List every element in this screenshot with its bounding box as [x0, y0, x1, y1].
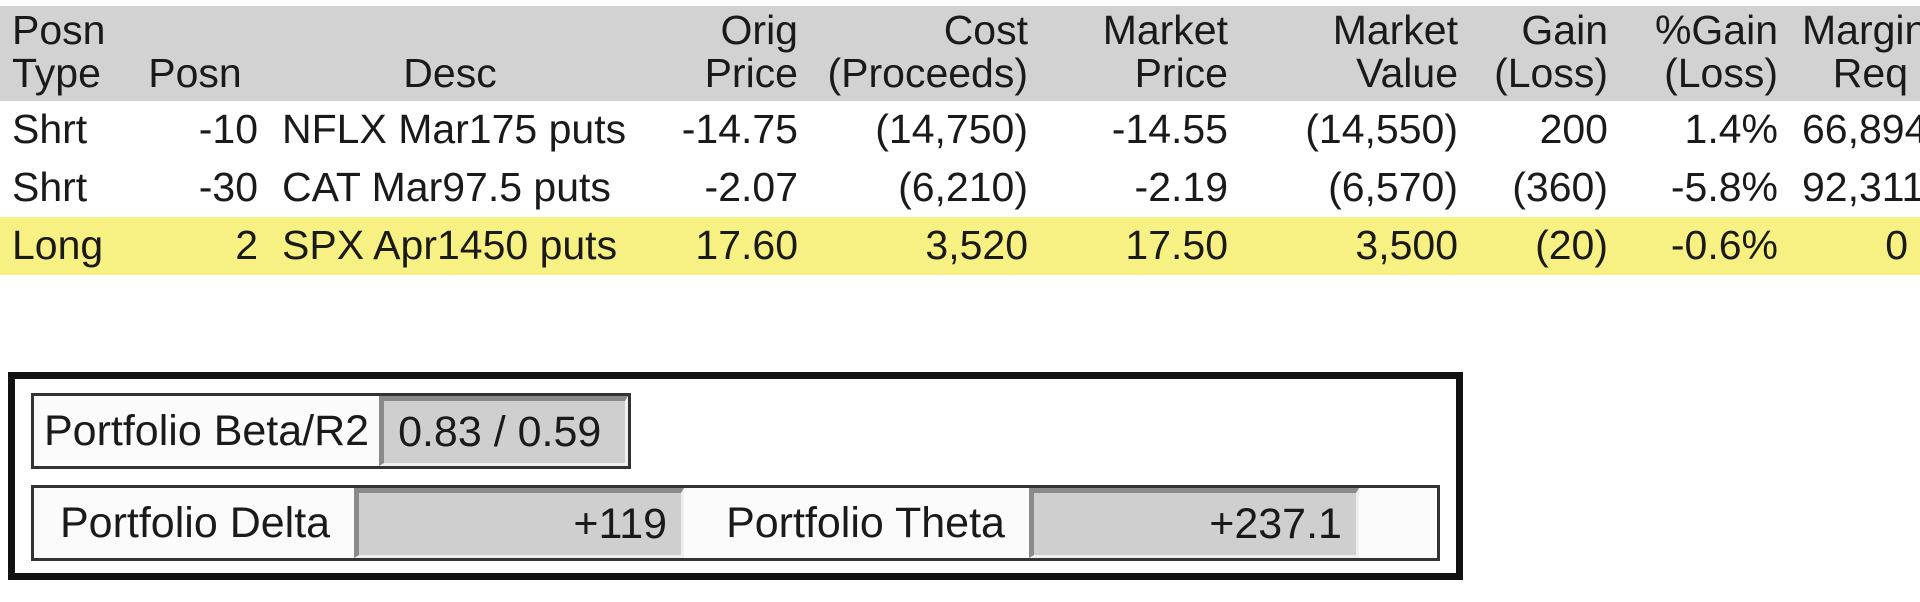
- portfolio-summary-panel: Portfolio Beta/R2 0.83 / 0.59 Portfolio …: [8, 372, 1463, 580]
- header-line-2: Req: [1832, 50, 1908, 96]
- header-line-2: (Loss): [1664, 50, 1778, 96]
- cell-posn: -10: [198, 106, 258, 152]
- table-body: Shrt -10 NFLX Mar175 puts -14.75 (14,750) -14…: [0, 101, 1920, 275]
- header-line-2: Price: [704, 50, 798, 96]
- column-header-pct-gain[interactable]: %Gain (Loss): [1620, 6, 1790, 101]
- header-line-2: Value: [1356, 50, 1458, 96]
- portfolio-delta-label: Portfolio Delta: [60, 498, 331, 547]
- header-line-2: Desc: [403, 50, 497, 96]
- portfolio-delta-value[interactable]: +119: [354, 488, 685, 558]
- cell-cost: (6,210): [898, 164, 1028, 210]
- column-header-market-value[interactable]: Market Value: [1240, 6, 1470, 101]
- table-header: Posn Type Posn Desc Orig Price Cost (Procee…: [0, 6, 1920, 101]
- cell-desc: SPX Apr1450 puts: [282, 222, 618, 268]
- portfolio-beta-r2-label: Portfolio Beta/R2: [44, 406, 370, 455]
- header-row: Posn Type Posn Desc Orig Price Cost (Procee…: [0, 6, 1920, 101]
- header-line-2: Posn: [148, 50, 242, 96]
- header-line-1: Margin: [1802, 7, 1920, 53]
- header-line-1: Gain: [1521, 7, 1608, 53]
- positions-table: Posn Type Posn Desc Orig Price Cost (Procee…: [0, 6, 1920, 275]
- table-row[interactable]: Shrt -10 NFLX Mar175 puts -14.75 (14,750) -14…: [0, 101, 1920, 159]
- column-header-margin-req[interactable]: Margin Req: [1790, 6, 1920, 101]
- cell-margin_req: 0: [1885, 222, 1908, 268]
- cell-pct_gain: 1.4%: [1684, 106, 1778, 152]
- cell-mkt_value: (6,570): [1328, 164, 1458, 210]
- table-row[interactable]: Shrt -30 CAT Mar97.5 puts -2.07 (6,210) -2.19…: [0, 159, 1920, 217]
- portfolio-theta-label: Portfolio Theta: [726, 498, 1005, 547]
- column-header-posn[interactable]: Posn: [120, 6, 270, 101]
- column-header-market-price[interactable]: Market Price: [1040, 6, 1240, 101]
- column-header-cost[interactable]: Cost (Proceeds): [810, 6, 1040, 101]
- portfolio-theta-value[interactable]: +237.1: [1028, 488, 1359, 558]
- header-line-1: Market: [1332, 7, 1458, 53]
- cell-cost: (14,750): [875, 106, 1028, 152]
- cell-orig_price: 17.60: [695, 222, 798, 268]
- cell-posn: 2: [235, 222, 258, 268]
- cell-gain: (360): [1512, 164, 1608, 210]
- header-line-2: Price: [1134, 50, 1228, 96]
- cell-margin_req: 92,311: [1802, 164, 1920, 210]
- greeks-spacer: [684, 488, 700, 558]
- header-line-1: Market: [1102, 7, 1228, 53]
- cell-posn_type: Shrt: [12, 164, 88, 210]
- cell-mkt_value: 3,500: [1355, 222, 1458, 268]
- cell-pct_gain: -0.6%: [1670, 222, 1778, 268]
- cell-pct_gain: -5.8%: [1670, 164, 1778, 210]
- cell-desc: CAT Mar97.5 puts: [282, 164, 611, 210]
- cell-gain: 200: [1539, 106, 1608, 152]
- cell-posn_type: Long: [12, 222, 104, 268]
- header-line-1: Posn: [12, 7, 106, 53]
- cell-margin_req: 66,894: [1802, 106, 1920, 152]
- cell-mkt_value: (14,550): [1305, 106, 1458, 152]
- column-header-gain[interactable]: Gain (Loss): [1470, 6, 1620, 101]
- header-line-1: Orig: [720, 7, 798, 53]
- header-line-2: Type: [12, 50, 101, 96]
- header-line-2: (Proceeds): [827, 50, 1028, 96]
- cell-mkt_price: 17.50: [1125, 222, 1228, 268]
- portfolio-beta-r2-value[interactable]: 0.83 / 0.59: [379, 396, 628, 466]
- column-header-orig-price[interactable]: Orig Price: [630, 6, 810, 101]
- portfolio-beta-r2-row: Portfolio Beta/R2 0.83 / 0.59: [31, 393, 631, 469]
- cell-orig_price: -14.75: [681, 106, 798, 152]
- header-line-2: (Loss): [1494, 50, 1608, 96]
- cell-posn: -30: [198, 164, 258, 210]
- cell-gain: (20): [1535, 222, 1608, 268]
- cell-desc: NFLX Mar175 puts: [282, 106, 627, 152]
- portfolio-greeks-row: Portfolio Delta +119 Portfolio Theta +23…: [31, 485, 1440, 561]
- header-line-1: Cost: [943, 7, 1028, 53]
- column-header-posn-type[interactable]: Posn Type: [0, 6, 120, 101]
- cell-mkt_price: -14.55: [1111, 106, 1228, 152]
- cell-cost: 3,520: [925, 222, 1028, 268]
- cell-orig_price: -2.07: [704, 164, 798, 210]
- column-header-desc[interactable]: Desc: [270, 6, 630, 101]
- cell-mkt_price: -2.19: [1134, 164, 1228, 210]
- cell-posn_type: Shrt: [12, 106, 88, 152]
- table-row[interactable]: Long 2 SPX Apr1450 puts 17.60 3,520 17.50 3,50…: [0, 217, 1920, 275]
- header-line-1: %Gain: [1654, 7, 1778, 53]
